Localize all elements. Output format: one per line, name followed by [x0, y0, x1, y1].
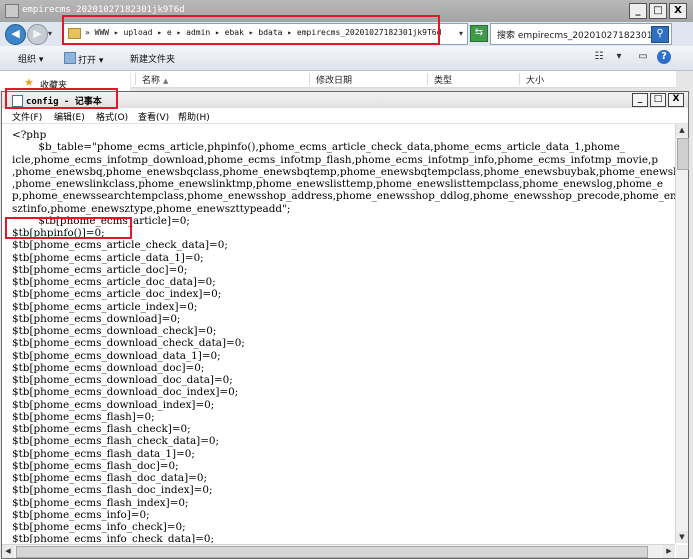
- code-line: $tb[phome_ecms_article_index]=0;: [12, 300, 198, 313]
- notepad-title-highlight: [5, 88, 118, 109]
- code-line: $tb[phome_ecms_download_data_1]=0;: [12, 349, 221, 362]
- open-label: 打开 ▾: [78, 56, 104, 66]
- folder-window-icon: [5, 4, 19, 18]
- menu-file[interactable]: 文件(F): [12, 110, 42, 123]
- refresh-button[interactable]: ⇆: [470, 25, 488, 42]
- preview-pane-icon[interactable]: ▭: [636, 50, 650, 64]
- breadcrumb-highlight: [62, 15, 440, 45]
- code-line: $tb[phome_ecms_article_check_data]=0;: [12, 239, 228, 252]
- code-line: ,phome_enewslinkclass,phome_enewslinktmp…: [12, 178, 663, 190]
- search-input[interactable]: 搜索 empirecms_20201027182301... ⚲: [490, 23, 672, 45]
- code-line: sztinfo,phome_enewsztype,phome_enewsztty…: [12, 202, 291, 215]
- code-line: $tb[phome_ecms_article_doc_index]=0;: [12, 288, 222, 301]
- column-type[interactable]: 类型: [427, 73, 452, 86]
- code-line: icle,phome_ecms_infotmp_download,phome_e…: [12, 153, 658, 166]
- code-line: $tb[phome_ecms_flash_check_data]=0;: [12, 435, 220, 448]
- new-folder-button[interactable]: 新建文件夹: [130, 52, 175, 65]
- command-bar: 组织 ▾ 打开 ▾ 新建文件夹 ☷ ▾ ▭ ?: [0, 46, 693, 71]
- code-line: $tb[phome_ecms_download_check]=0;: [12, 325, 217, 337]
- scroll-left-icon[interactable]: ◀: [2, 545, 14, 558]
- explorer-title: empirecms 20201027182301jk9T6d: [22, 5, 185, 15]
- code-line: $tb[phome_ecms_download_doc_index]=0;: [12, 386, 239, 399]
- horizontal-scroll-thumb[interactable]: [16, 546, 648, 558]
- vertical-scrollbar[interactable]: ▲ ▼: [675, 124, 689, 543]
- close-button[interactable]: X: [669, 3, 687, 19]
- open-button[interactable]: 打开 ▾: [64, 52, 103, 66]
- maximize-button[interactable]: □: [649, 3, 667, 19]
- scroll-up-icon[interactable]: ▲: [676, 124, 688, 136]
- recent-pages-dropdown-icon[interactable]: ▾: [48, 29, 52, 38]
- vertical-scroll-thumb[interactable]: [677, 138, 689, 170]
- menu-view[interactable]: 查看(V): [138, 110, 169, 123]
- code-line: ,phome_enewsbq,phome_enewsbqclass,phome_…: [12, 165, 675, 178]
- column-header-row: 名称 ▲ 修改日期 类型 大小: [131, 71, 676, 88]
- menu-bar: 文件(F) 编辑(E) 格式(O) 查看(V) 帮助(H): [2, 108, 688, 124]
- code-line: $tb[phome_ecms_flash_index]=0;: [12, 496, 189, 509]
- menu-help[interactable]: 帮助(H): [178, 110, 210, 123]
- search-icon[interactable]: ⚲: [651, 26, 669, 43]
- text-editor[interactable]: <?php $b_table="phome_ecms_article,phpin…: [2, 124, 675, 543]
- minimize-button[interactable]: _: [629, 3, 647, 19]
- sort-arrow-icon: ▲: [163, 77, 169, 85]
- menu-edit[interactable]: 编辑(E): [54, 110, 85, 123]
- notepad-close-button[interactable]: X: [668, 93, 684, 107]
- code-line: $tb[phome_ecms_info]=0;: [12, 508, 150, 521]
- code-line: $tb[phome_ecms_flash_doc]=0;: [12, 459, 179, 472]
- phpinfo-line-highlight: [5, 217, 132, 239]
- horizontal-scrollbar[interactable]: ◀ ▶: [2, 544, 675, 558]
- code-line: $tb[phome_ecms_info_check]=0;: [12, 521, 186, 533]
- code-line: $tb[phome_ecms_article_doc_data]=0;: [12, 276, 216, 288]
- code-line: $tb[phome_ecms_info_check_data]=0;: [12, 533, 215, 543]
- column-size[interactable]: 大小: [519, 73, 544, 86]
- code-line: $tb[phome_ecms_download]=0;: [12, 312, 181, 325]
- view-options-icon[interactable]: ☷: [592, 50, 606, 64]
- code-line: $tb[phome_ecms_flash_doc_data]=0;: [12, 472, 207, 484]
- notepad-maximize-button[interactable]: □: [650, 93, 666, 107]
- code-line: $tb[phome_ecms_flash_doc_index]=0;: [12, 484, 213, 497]
- code-line: $tb[phome_ecms_article_doc]=0;: [12, 263, 188, 276]
- help-icon[interactable]: ?: [657, 50, 671, 64]
- chevron-down-icon[interactable]: ▾: [459, 29, 463, 38]
- column-name[interactable]: 名称 ▲: [135, 73, 169, 86]
- code-line: p,phome_enewssearchtempclass,phome_enews…: [12, 190, 675, 203]
- code-line: $tb[phome_ecms_flash_check]=0;: [12, 423, 191, 435]
- column-date[interactable]: 修改日期: [309, 73, 352, 86]
- code-line: $tb[phome_ecms_download_doc]=0;: [12, 361, 205, 374]
- scroll-down-icon[interactable]: ▼: [676, 531, 688, 543]
- code-line: $tb[phome_ecms_article_data_1]=0;: [12, 251, 204, 264]
- open-icon: [64, 52, 76, 64]
- code-line: $tb[phome_ecms_download_doc_data]=0;: [12, 374, 233, 386]
- forward-button[interactable]: ▶: [27, 24, 48, 45]
- code-line: <?php: [12, 129, 47, 141]
- menu-format[interactable]: 格式(O): [96, 110, 128, 123]
- notepad-window: config - 记事本 _ □ X 文件(F) 编辑(E) 格式(O) 查看(…: [1, 91, 689, 559]
- search-placeholder: 搜索 empirecms_20201027182301...: [497, 31, 662, 41]
- code-line: $b_table="phome_ecms_article,phpinfo(),p…: [12, 141, 625, 154]
- chevron-down-icon[interactable]: ▾: [612, 50, 626, 64]
- code-line: $tb[phome_ecms_flash_data_1]=0;: [12, 447, 195, 460]
- organize-button[interactable]: 组织 ▾: [18, 52, 43, 65]
- code-line: $tb[phome_ecms_flash]=0;: [12, 410, 155, 423]
- column-name-label: 名称: [142, 76, 161, 86]
- resize-grip[interactable]: [676, 545, 688, 558]
- code-line: $tb[phome_ecms_download_index]=0;: [12, 398, 215, 411]
- scroll-right-icon[interactable]: ▶: [663, 545, 675, 558]
- back-button[interactable]: ◀: [5, 24, 26, 45]
- code-line: $tb[phome_ecms_download_check_data]=0;: [12, 337, 245, 350]
- notepad-minimize-button[interactable]: _: [632, 93, 648, 107]
